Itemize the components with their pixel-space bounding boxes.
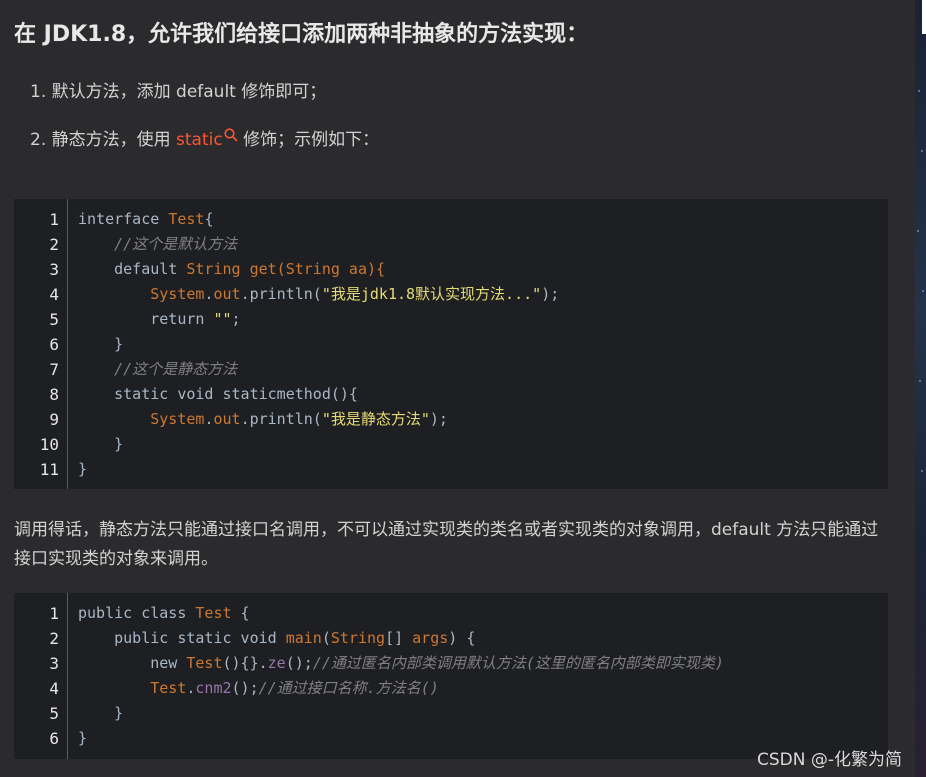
page-heading: 在 JDK1.8，允许我们给接口添加两种非抽象的方法实现： bbox=[14, 22, 589, 47]
feature-list: 1. 默认方法，添加 default 修饰即可； 2. 静态方法，使用 stat… bbox=[30, 80, 379, 152]
code-line: 9 System.out.println("我是静态方法"); bbox=[49, 410, 448, 429]
search-icon[interactable] bbox=[224, 128, 238, 142]
code-line: 4 Test.cnm2();//通过接口名称.方法名() bbox=[49, 679, 439, 698]
explanation-paragraph: 调用得话，静态方法只能通过接口名调用，不可以通过实现类的类名或者实现类的对象调用… bbox=[14, 520, 879, 569]
code-line: 5 } bbox=[49, 704, 124, 723]
desktop-background-strip bbox=[915, 0, 926, 777]
code-line: 4 System.out.println("我是jdk1.8默认实现方法..."… bbox=[49, 285, 560, 304]
window-edge bbox=[922, 0, 926, 34]
code-line: 5 return ""; bbox=[49, 310, 241, 329]
code-line: 3 default String get(String aa){ bbox=[49, 260, 386, 279]
code-line: 11} bbox=[39, 460, 88, 479]
csdn-watermark: CSDN @-化繁为简 bbox=[757, 750, 903, 770]
code-line: 8 static void staticmethod(){ bbox=[49, 385, 358, 404]
code-line: 1 interface Test{ bbox=[49, 210, 214, 229]
code-line: 7 //这个是静态方法 bbox=[49, 360, 238, 379]
code-line: 2 //这个是默认方法 bbox=[49, 235, 238, 254]
static-keyword-link[interactable]: static bbox=[176, 128, 238, 150]
code-line: 1 public class Test { bbox=[49, 604, 250, 623]
code-block-interface: 1 interface Test{ 2 //这个是默认方法 3 default S… bbox=[14, 199, 888, 489]
code-block-test-class: 1 public class Test { 2 public static voi… bbox=[14, 593, 888, 759]
list-item: 1. 默认方法，添加 default 修饰即可； bbox=[30, 82, 327, 102]
code-line: 2 public static void main(String[] args)… bbox=[49, 629, 476, 648]
list-item: 2. 静态方法，使用 static 修饰；示例如下： bbox=[30, 128, 380, 150]
code-line: 6 } bbox=[49, 335, 124, 354]
code-line: 10 } bbox=[39, 435, 124, 454]
code-line: 3 new Test(){}.ze();//通过匿名内部类调用默认方法(这里的匿… bbox=[49, 654, 724, 673]
